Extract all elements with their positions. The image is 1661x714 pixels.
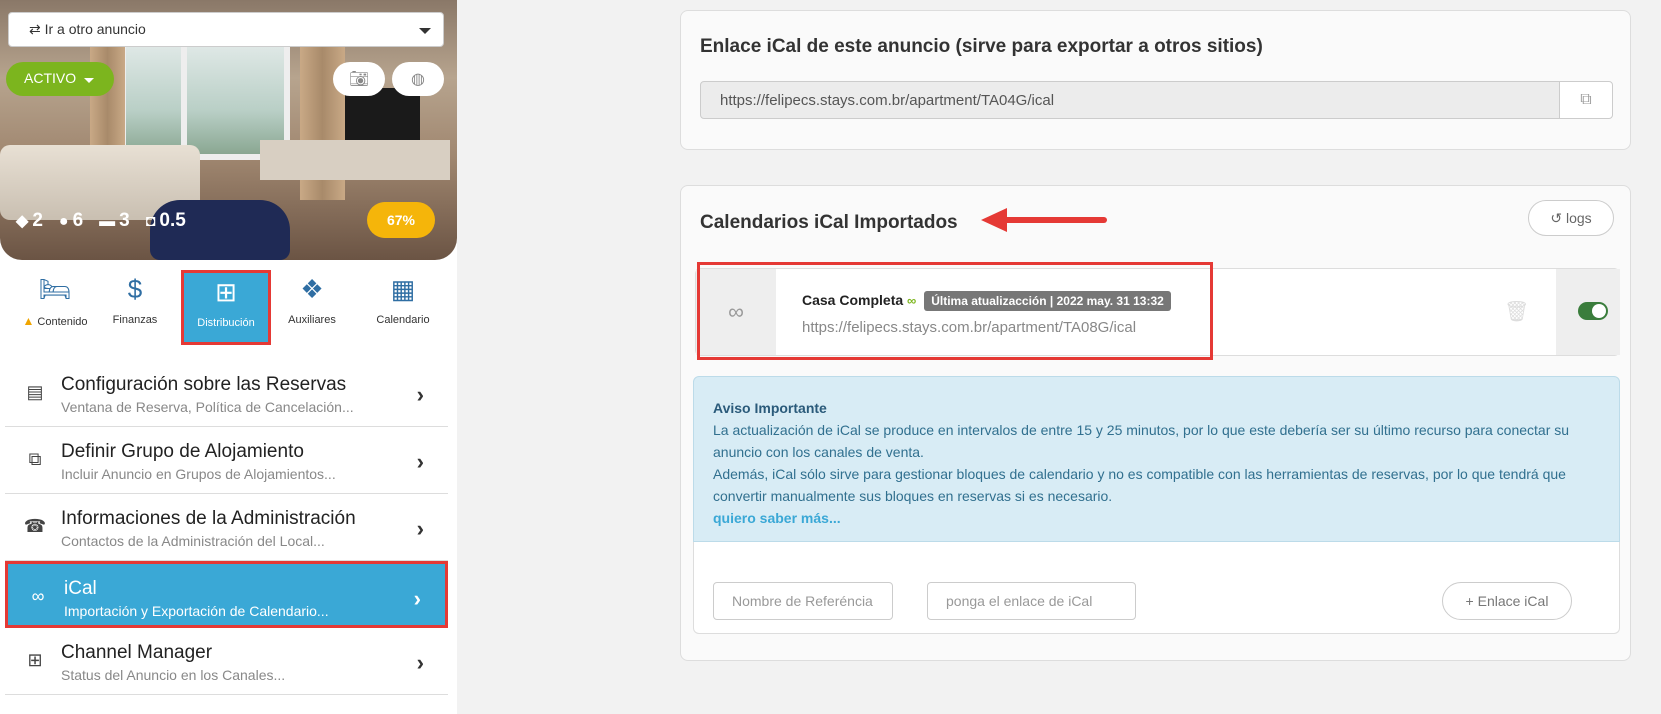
tab-distribucion[interactable]: ⊞ Distribución (181, 270, 271, 345)
sitemap-icon: ⊞ (27, 650, 43, 670)
calendar-name: Casa Completa (802, 292, 904, 308)
copy-button[interactable]: ⧉ (1559, 81, 1613, 119)
menu-item-administracion[interactable]: ☎ Informaciones de la Administración Con… (5, 494, 448, 561)
globe-icon: ◍ (411, 71, 425, 88)
calendar-icon: ▦ (390, 274, 416, 304)
learn-more-link[interactable]: quiero saber más... (713, 507, 1600, 529)
globe-button[interactable]: ◍ (392, 62, 444, 96)
notice-title: Aviso Importante (713, 400, 827, 416)
listing-photo: ⇄ Ir a otro anuncio ACTIVO 📷︎ ◍ ◆ 2 ● 6 ▬ 3… (0, 0, 457, 260)
tab-finanzas[interactable]: $ Finanzas (90, 270, 180, 345)
bath-icon: ◘ (145, 213, 156, 230)
calendar-url: https://felipecs.stays.com.br/apartment/… (802, 319, 1137, 336)
camera-icon: 📷︎ (348, 71, 370, 88)
last-update-badge: Última atualizacción | 2022 may. 31 13:3… (924, 291, 1171, 311)
annotation-arrow (981, 208, 1107, 232)
dollar-icon: $ (127, 274, 143, 304)
trash-icon[interactable]: 🗑︎ (1504, 299, 1529, 324)
link-icon: ∞ (696, 269, 776, 355)
add-ical-button[interactable]: + Enlace iCal (1442, 582, 1572, 620)
import-title: Calendarios iCal Importados (700, 212, 958, 233)
camera-button[interactable]: 📷︎ (333, 62, 385, 96)
history-icon: ↺ (1550, 210, 1563, 226)
stat-baths: ◘ 0.5 (145, 210, 186, 231)
ical-export-panel: Enlace iCal de este anuncio (sirve para … (680, 10, 1631, 150)
warning-icon: ▲ (22, 314, 35, 328)
status-dropdown[interactable]: ACTIVO (6, 62, 114, 96)
group-icon: ⧉ (28, 449, 42, 469)
imported-calendar-row: ∞ Casa Completa ∞ Última atualizacción |… (695, 268, 1620, 356)
listing-stats: ◆ 2 ● 6 ▬ 3 ◘ 0.5 (16, 210, 186, 232)
calendar-check-icon: ▤ (26, 382, 44, 402)
caret-down-icon (84, 78, 94, 83)
ical-url-input[interactable]: ponga el enlace de iCal (927, 582, 1136, 620)
bed-icon: 🛏︎ (38, 274, 72, 304)
stat-rooms: ◆ 2 (16, 210, 43, 231)
ical-import-panel: Calendarios iCal Importados ↺ logs ∞ Cas… (680, 185, 1631, 661)
stat-guests: ● 6 (58, 210, 84, 231)
export-url-field[interactable]: https://felipecs.stays.com.br/apartment/… (700, 81, 1560, 119)
cubes-icon: ❖ (300, 274, 324, 304)
chevron-right-icon: › (416, 449, 424, 474)
add-ical-form: Nombre de Referéncia ponga el enlace de … (693, 542, 1620, 634)
menu-item-ical[interactable]: ∞ iCal Importación y Exportación de Cale… (5, 561, 448, 628)
reference-name-input[interactable]: Nombre de Referéncia (713, 582, 893, 620)
chevron-down-icon (419, 28, 431, 34)
menu-item-channel-manager[interactable]: ⊞ Channel Manager Status del Anuncio en … (5, 628, 448, 695)
tab-auxiliares[interactable]: ❖ Auxiliares (267, 270, 357, 345)
tab-contenido[interactable]: 🛏︎ ▲ Contenido (10, 270, 100, 345)
menu-item-grupo[interactable]: ⧉ Definir Grupo de Alojamiento Incluir A… (5, 427, 448, 494)
phone-icon: ☎ (23, 516, 47, 536)
copy-icon: ⧉ (1580, 91, 1592, 108)
settings-menu: ▤ Configuración sobre las Reservas Venta… (5, 360, 448, 695)
goto-listing-dropdown[interactable]: ⇄ Ir a otro anuncio (8, 12, 444, 47)
box-icon: ◆ (16, 213, 29, 230)
link-icon: ∞ (907, 293, 917, 308)
menu-item-reservas[interactable]: ▤ Configuración sobre las Reservas Venta… (5, 360, 448, 427)
chevron-right-icon: › (416, 516, 424, 541)
export-title: Enlace iCal de este anuncio (sirve para … (700, 36, 1263, 57)
goto-listing-label: ⇄ Ir a otro anuncio (29, 21, 146, 37)
calendar-enabled-toggle[interactable] (1578, 302, 1608, 320)
sitemap-icon: ⊞ (215, 277, 237, 307)
completion-badge[interactable]: 67% (367, 202, 435, 238)
section-tabs: 🛏︎ ▲ Contenido $ Finanzas ⊞ Distribución… (0, 265, 457, 350)
stat-beds: ▬ 3 (99, 210, 130, 231)
chevron-right-icon: › (416, 650, 424, 675)
chevron-right-icon: › (413, 586, 421, 611)
notice-text-2: Además, iCal sólo sirve para gestionar b… (713, 466, 1566, 504)
chevron-right-icon: › (416, 382, 424, 407)
important-notice: Aviso Importante La actualización de iCa… (693, 376, 1620, 542)
notice-text-1: La actualización de iCal se produce en i… (713, 422, 1570, 460)
tab-calendario[interactable]: ▦ Calendario (358, 270, 448, 345)
link-icon: ∞ (31, 586, 45, 606)
user-icon: ● (58, 213, 69, 230)
bed-icon: ▬ (99, 213, 116, 230)
logs-button[interactable]: ↺ logs (1528, 200, 1614, 236)
sidebar: ⇄ Ir a otro anuncio ACTIVO 📷︎ ◍ ◆ 2 ● 6 ▬ 3… (0, 0, 457, 714)
